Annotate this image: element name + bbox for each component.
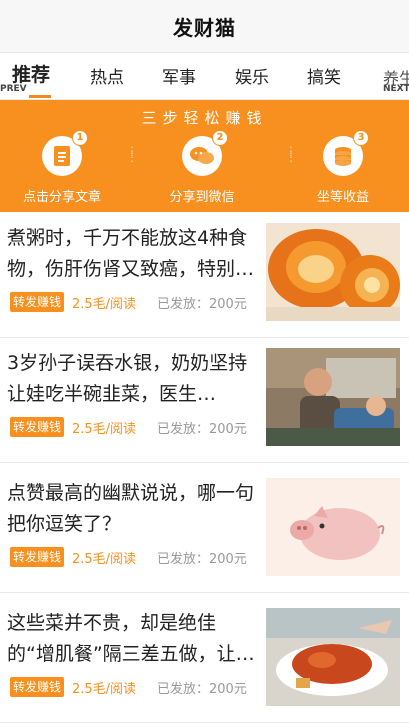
app-header: 发财猫 <box>0 0 409 53</box>
step-wait-income: 3 坐等收益 <box>278 130 408 205</box>
step-share-article: 1 点击分享文章 <box>0 130 127 205</box>
paid-out-amount: 已发放：200元 <box>157 552 247 567</box>
banner-headline: 三步轻松赚钱 <box>141 109 268 127</box>
share-earn-badge[interactable]: 转发赚钱 <box>10 417 65 437</box>
share-earn-badge[interactable]: 转发赚钱 <box>10 677 65 697</box>
paid-out-amount: 已发放：200元 <box>157 297 247 312</box>
app-title: 发财猫 <box>173 15 236 40</box>
article-thumbnail[interactable] <box>266 608 400 706</box>
reward-rate: 2.5毛/阅读 <box>72 552 137 567</box>
step-share-wechat: 2 分享到微信 <box>137 130 267 205</box>
share-earn-badge[interactable]: 转发赚钱 <box>10 547 65 567</box>
reward-rate: 2.5毛/阅读 <box>72 682 137 697</box>
step-number: 2 <box>212 130 228 146</box>
reward-rate: 2.5毛/阅读 <box>72 297 137 312</box>
wechat-icon: 2 <box>182 130 228 176</box>
step-label: 坐等收益 <box>316 190 369 205</box>
reward-rate: 2.5毛/阅读 <box>72 422 137 437</box>
article-item[interactable]: 3岁孙子误吞水银，奶奶坚持让娃吃半碗韭菜，医生… 转发赚钱 2.5毛/阅读 已发… <box>0 338 409 463</box>
prev-tab-button[interactable]: PREV <box>0 84 27 94</box>
tab-entertainment[interactable]: 娱乐 <box>235 63 269 88</box>
article-title[interactable]: 煮粥时，千万不能放这4种食物，伤肝伤肾又致癌，特别… <box>7 223 255 285</box>
article-item[interactable]: 这些菜并不贵，却是绝佳的“增肌餐”隔三差五做，让… 转发赚钱 2.5毛/阅读 已… <box>0 598 409 723</box>
article-thumbnail[interactable] <box>266 478 400 576</box>
share-earn-badge[interactable]: 转发赚钱 <box>10 292 65 312</box>
paid-out-amount: 已发放：200元 <box>157 682 247 697</box>
next-tab-button[interactable]: NEXT <box>383 84 409 94</box>
earn-steps-banner[interactable]: 三步轻松赚钱 1 点击分享文章 ⋮ ⋮ 2 分享到微信 ⋮ ⋮ 3 坐等收益 <box>0 100 409 212</box>
step-number: 3 <box>353 130 369 146</box>
coins-icon: 3 <box>323 130 369 176</box>
article-thumbnail[interactable] <box>266 223 400 321</box>
active-tab-indicator <box>29 95 51 98</box>
tab-hot[interactable]: 热点 <box>90 63 124 88</box>
article-title[interactable]: 点赞最高的幽默说说，哪一句把你逗笑了？ <box>7 478 255 540</box>
article-title[interactable]: 3岁孙子误吞水银，奶奶坚持让娃吃半碗韭菜，医生… <box>7 348 255 410</box>
step-label: 点击分享文章 <box>22 190 101 205</box>
category-tab-bar: 推荐 PREV 热点 军事 娱乐 搞笑 养生 NEXT <box>0 53 409 100</box>
step-label: 分享到微信 <box>169 190 235 205</box>
paid-out-amount: 已发放：200元 <box>157 422 247 437</box>
article-item[interactable]: 点赞最高的幽默说说，哪一句把你逗笑了？ 转发赚钱 2.5毛/阅读 已发放：200… <box>0 468 409 593</box>
article-item[interactable]: 煮粥时，千万不能放这4种食物，伤肝伤肾又致癌，特别… 转发赚钱 2.5毛/阅读 … <box>0 213 409 338</box>
tab-recommend[interactable]: 推荐 <box>12 60 50 87</box>
document-icon: 1 <box>42 130 88 176</box>
article-thumbnail[interactable] <box>266 348 400 446</box>
article-title[interactable]: 这些菜并不贵，却是绝佳的“增肌餐”隔三差五做，让… <box>7 608 255 670</box>
tab-military[interactable]: 军事 <box>162 63 196 88</box>
step-number: 1 <box>72 130 88 146</box>
tab-funny[interactable]: 搞笑 <box>307 63 341 88</box>
